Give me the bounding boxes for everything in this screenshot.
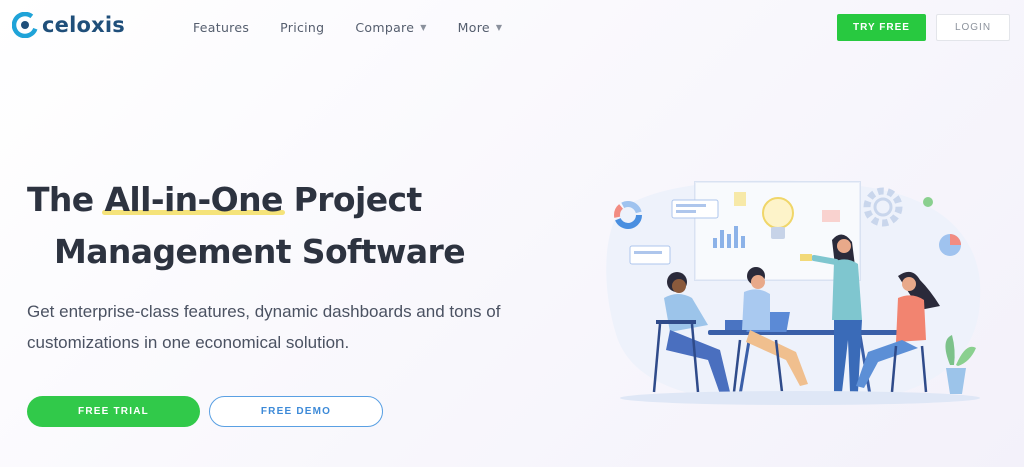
- try-free-button[interactable]: TRY FREE: [837, 14, 926, 41]
- celoxis-logo-icon: [12, 12, 38, 38]
- hero-subtitle: Get enterprise-class features, dynamic d…: [27, 302, 501, 352]
- title-highlight: All-in-One: [104, 180, 283, 219]
- caret-down-icon: ▼: [420, 23, 427, 32]
- hero-title: The All-in-One Project Management Softwa…: [27, 174, 466, 278]
- caret-down-icon: ▼: [495, 23, 503, 32]
- main-nav: Features Pricing Compare ▼ More ▼: [193, 20, 533, 35]
- nav-more[interactable]: More ▼: [458, 20, 503, 35]
- hero-title-line2: Management Software: [54, 232, 466, 271]
- team-meeting-illustration: [606, 180, 981, 405]
- login-button[interactable]: LOGIN: [936, 14, 1010, 41]
- free-demo-button[interactable]: FREE DEMO: [209, 396, 383, 427]
- nav-pricing[interactable]: Pricing: [280, 20, 324, 35]
- logo-text: celoxis: [42, 13, 125, 37]
- nav-features[interactable]: Features: [193, 20, 249, 35]
- free-trial-button[interactable]: FREE TRIAL: [27, 396, 200, 427]
- nav-compare[interactable]: Compare ▼: [355, 20, 426, 35]
- logo[interactable]: celoxis: [12, 12, 125, 38]
